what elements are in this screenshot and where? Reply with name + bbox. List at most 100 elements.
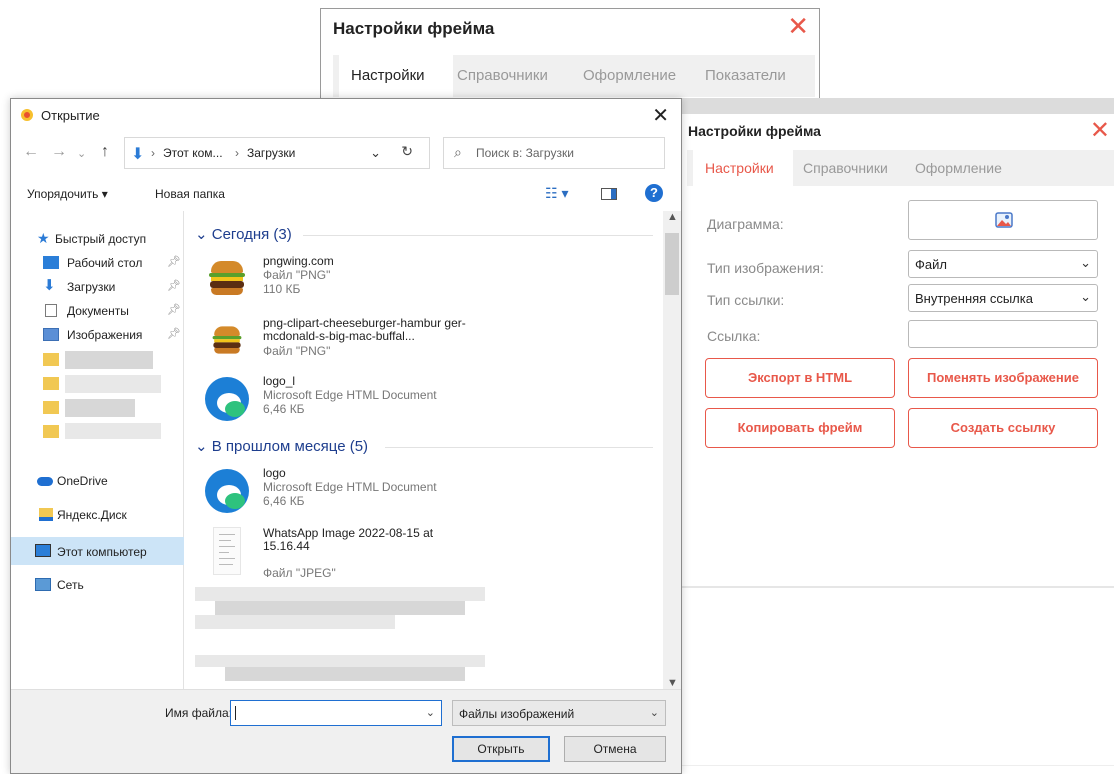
open-button[interactable]: Открыть [452,736,550,762]
back-arrow-icon[interactable]: ← [23,143,39,161]
help-icon[interactable]: ? [645,184,663,202]
cancel-button[interactable]: Отмена [564,736,666,762]
downloads-folder-icon: ⬇ [131,146,145,163]
vertical-scrollbar[interactable]: ▲ ▼ [663,211,681,689]
file-type: Microsoft Edge HTML Document [263,388,437,402]
breadcrumb-this-pc[interactable]: Этот ком... [163,146,223,160]
group-header-today[interactable]: ⌄ Сегодня (3) [195,225,292,243]
burger-image [207,261,247,295]
folder-icon [43,425,59,438]
file-open-dialog: Открытие ✕ ← → ⌄ ↑ ⬇ › Этот ком... › Заг… [10,98,682,774]
nav-onedrive[interactable]: OneDrive [11,469,184,493]
create-link-button[interactable]: Создать ссылку [908,408,1098,448]
link-input[interactable] [908,320,1098,348]
nav-images[interactable]: Изображения 📌︎ [11,323,184,347]
tab-settings[interactable]: Настройки [705,160,774,176]
tab-settings[interactable]: Настройки [351,67,425,84]
breadcrumb-downloads[interactable]: Загрузки [247,146,295,160]
close-icon[interactable]: ✕ [1090,116,1110,145]
empty-area [681,588,1114,766]
close-icon[interactable]: ✕ [652,103,669,128]
scroll-thumb[interactable] [665,233,679,295]
cloud-icon [37,477,53,486]
nav-quick-access[interactable]: ★ Быстрый доступ [11,227,184,251]
file-type: Файл "PNG" [263,344,331,358]
scroll-down-icon[interactable]: ▼ [667,677,678,689]
link-type-label: Тип ссылки: [707,292,785,308]
chevron-down-icon: ⌄ [649,707,659,719]
group-header-last-month[interactable]: ⌄ В прошлом месяце (5) [195,437,368,455]
tab-design[interactable]: Оформление [915,160,1002,176]
folder-icon [43,377,59,390]
file-item[interactable]: logo_l Microsoft Edge HTML Document 6,46… [201,375,661,433]
file-name: WhatsApp Image 2022-08-15 at 15.16.44 [263,526,434,553]
image-type-select[interactable]: Файл ⌄ [908,250,1098,278]
file-item[interactable]: png-clipart-cheeseburger-hambur ger-mcdo… [201,317,661,375]
file-list: ⌄ Сегодня (3) pngwing.com Файл "PNG" 110… [185,211,663,689]
copy-frame-button[interactable]: Копировать фрейм [705,408,895,448]
image-thumbnail [201,255,253,303]
address-bar[interactable]: ⬇ › Этот ком... › Загрузки ⌄ ↻ [124,137,430,169]
forward-arrow-icon[interactable]: → [51,143,67,161]
refresh-icon[interactable]: ↻ [401,143,413,160]
file-name: logo [263,466,286,480]
filename-input[interactable]: ⌄ [230,700,442,726]
new-folder-button[interactable]: Новая папка [155,187,225,201]
view-options-icon[interactable]: ☷ ▾ [545,185,568,202]
chevron-down-icon[interactable]: ⌄ [370,145,381,161]
panel-title: Настройки фрейма [688,123,821,139]
search-box[interactable]: ⌕ Поиск в: Загрузки [443,137,665,169]
file-item[interactable]: logo Microsoft Edge HTML Document 6,46 К… [201,467,661,525]
tab-references[interactable]: Справочники [457,67,548,84]
filetype-select[interactable]: Файлы изображений ⌄ [452,700,666,726]
up-arrow-icon[interactable]: ↑ [101,143,109,161]
burger-image [211,326,243,354]
pin-icon: 📌︎ [167,328,181,340]
desktop-icon [43,256,59,269]
dialog-title: Открытие [41,108,100,123]
scroll-up-icon[interactable]: ▲ [667,211,678,223]
diagram-image-picker[interactable] [908,200,1098,240]
pin-icon: 📌︎ [167,304,181,316]
export-html-button[interactable]: Экспорт в HTML [705,358,895,398]
tab-references[interactable]: Справочники [803,160,888,176]
nav-yandex-disk[interactable]: Яндекс.Диск [11,503,184,527]
preview-pane-icon[interactable] [601,188,617,200]
navigation-pane: ★ Быстрый доступ Рабочий стол 📌︎ ⬇ Загру… [11,211,184,689]
filename-label: Имя файла: [165,706,232,720]
folder-icon [43,353,59,366]
organize-button[interactable]: Упорядочить ▾ [27,187,108,201]
command-bar: Упорядочить ▾ Новая папка ☷ ▾ ? [11,179,681,209]
chevron-down-icon: ⌄ [1080,255,1091,270]
nav-network[interactable]: Сеть [11,573,184,597]
link-type-select[interactable]: Внутренняя ссылка ⌄ [908,284,1098,312]
change-image-button[interactable]: Поменять изображение [908,358,1098,398]
chevron-down-icon[interactable]: ⌄ [426,706,435,719]
tab-design[interactable]: Оформление [583,67,676,84]
file-type: Microsoft Edge HTML Document [263,480,437,494]
file-item[interactable]: WhatsApp Image 2022-08-15 at 15.16.44 Фа… [201,527,661,585]
nav-documents[interactable]: Документы 📌︎ [11,299,184,323]
folder-icon [43,401,59,414]
group-divider [303,235,653,236]
search-icon: ⌕ [454,144,462,160]
download-icon: ⬇ [43,277,56,294]
file-name: pngwing.com [263,254,334,268]
tab-indicators[interactable]: Показатели [705,67,786,84]
diagram-label: Диаграмма: [707,216,784,232]
back-frame-settings-dialog: Настройки фрейма ✕ Настройки Справочники… [320,8,820,100]
network-icon [35,578,51,591]
close-icon[interactable]: ✕ [787,13,809,39]
pin-icon: 📌︎ [167,280,181,292]
nav-this-pc[interactable]: Этот компьютер [11,537,184,565]
nav-downloads[interactable]: ⬇ Загрузки 📌︎ [11,275,184,299]
nav-desktop[interactable]: Рабочий стол 📌︎ [11,251,184,275]
image-icon [995,212,1013,228]
tab-bar: Настройки Справочники Оформление [687,150,1114,186]
dialog-title: Настройки фрейма [333,19,495,38]
file-item[interactable]: pngwing.com Файл "PNG" 110 КБ [201,255,661,313]
recent-locations-icon[interactable]: ⌄ [77,147,86,160]
chrome-icon [21,109,33,121]
file-name: logo_l [263,374,296,388]
document-icon [45,304,57,317]
